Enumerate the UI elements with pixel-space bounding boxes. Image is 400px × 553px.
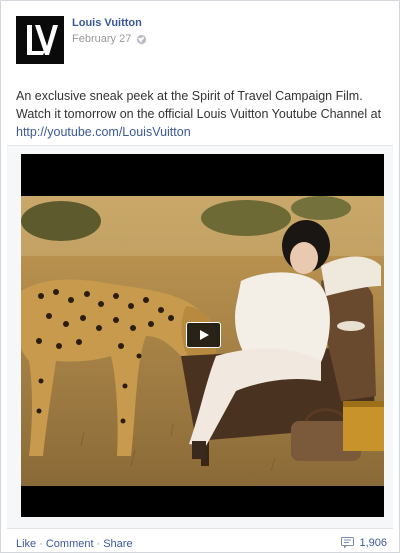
post-card: Louis Vuitton February 27 An exclusive s…	[0, 0, 400, 553]
share-link[interactable]: Share	[103, 538, 132, 550]
post-message-text: An exclusive sneak peek at the Spirit of…	[16, 89, 382, 121]
post-meta: February 27	[72, 33, 147, 45]
post-date[interactable]: February 27	[72, 33, 131, 45]
like-link[interactable]: Like	[16, 538, 36, 550]
globe-icon	[137, 34, 147, 44]
lv-logo-icon	[27, 25, 58, 55]
action-separator: ·	[39, 538, 43, 550]
comment-icon	[341, 537, 355, 549]
comment-link[interactable]: Comment	[46, 538, 94, 550]
comment-count: 1,906	[359, 537, 387, 549]
action-separator: ·	[96, 538, 101, 550]
play-icon	[199, 330, 209, 340]
post-message: An exclusive sneak peek at the Spirit of…	[16, 87, 388, 141]
video-player[interactable]	[21, 154, 384, 517]
play-button[interactable]	[186, 322, 221, 348]
comment-count-button[interactable]: 1,906	[341, 537, 387, 549]
page-avatar[interactable]	[16, 16, 64, 64]
video-attachment	[7, 145, 393, 529]
post-actions: Like · Comment · Share	[16, 538, 133, 550]
author-name[interactable]: Louis Vuitton	[72, 17, 142, 29]
youtube-link[interactable]: http://youtube.com/LouisVuitton	[16, 125, 191, 139]
